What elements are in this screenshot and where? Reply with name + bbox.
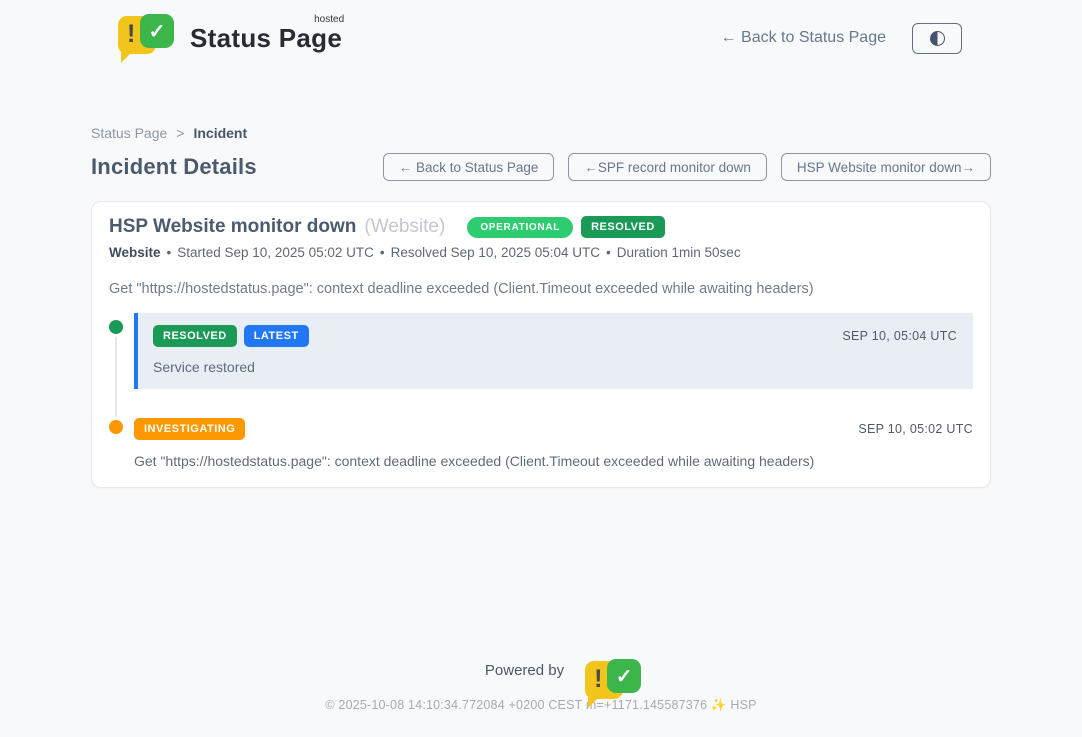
app-logo: ! ✓ Status Page hosted: [118, 14, 342, 62]
powered-by: Powered by ! ✓: [0, 659, 1082, 681]
next-incident-button[interactable]: HSP Website monitor down→: [781, 153, 991, 181]
incident-description: Get "https://hostedstatus.page": context…: [109, 281, 973, 297]
brand-hosted-superscript: hosted: [314, 14, 344, 25]
incident-nav-buttons: ← Back to Status Page ←SPF record monito…: [383, 153, 991, 181]
back-to-status-page-link[interactable]: ← Back to Status Page: [721, 29, 886, 47]
logo-exclamation-icon: !: [594, 665, 602, 694]
breadcrumb-incident: Incident: [193, 125, 247, 141]
breadcrumb: Status Page > Incident: [91, 125, 991, 141]
heading-row: Incident Details ← Back to Status Page ←…: [91, 153, 991, 181]
logo-bubble-tail: [121, 50, 134, 63]
timeline-dot-resolved: [109, 320, 123, 334]
meta-resolved: Resolved Sep 10, 2025 05:04 UTC: [391, 245, 600, 260]
page-footer: Powered by ! ✓ © 2025-10-08 14:10:34.772…: [0, 659, 1082, 737]
incident-card: HSP Website monitor down (Website) OPERA…: [91, 201, 991, 488]
incident-meta: Website • Started Sep 10, 2025 05:02 UTC…: [109, 245, 973, 260]
prev-incident-button[interactable]: ←SPF record monitor down: [568, 153, 767, 181]
breadcrumb-status-page[interactable]: Status Page: [91, 125, 167, 141]
back-to-status-page-button[interactable]: ← Back to Status Page: [383, 153, 555, 181]
timeline-message: Service restored: [153, 359, 957, 375]
timeline-update: INVESTIGATING SEP 10, 05:02 UTC Get "htt…: [134, 418, 973, 469]
logo-green-bubble: ✓: [607, 659, 641, 693]
logo-green-bubble: ✓: [140, 14, 174, 48]
copyright-text: © 2025-10-08 14:10:34.772084 +0200 CEST …: [0, 698, 1082, 713]
main-content: Status Page > Incident Incident Details …: [91, 125, 991, 488]
meta-separator: •: [167, 245, 172, 260]
logo-check-icon: ✓: [616, 664, 633, 689]
timeline-entry: INVESTIGATING SEP 10, 05:02 UTC Get "htt…: [109, 418, 973, 469]
incident-title-row: HSP Website monitor down (Website) OPERA…: [109, 216, 973, 238]
timeline-dot-investigating: [109, 420, 123, 434]
theme-toggle-button[interactable]: [912, 23, 962, 54]
meta-started: Started Sep 10, 2025 05:02 UTC: [177, 245, 374, 260]
timeline-timestamp: SEP 10, 05:02 UTC: [858, 422, 973, 436]
resolved-badge: RESOLVED: [153, 325, 237, 347]
powered-by-label: Powered by: [485, 662, 564, 679]
timeline-latest-update: RESOLVED LATEST SEP 10, 05:04 UTC Servic…: [134, 313, 973, 389]
incident-component: (Website): [364, 216, 445, 238]
resolved-state-badge: RESOLVED: [581, 216, 665, 238]
timeline-entry-header: INVESTIGATING SEP 10, 05:02 UTC: [134, 418, 973, 440]
meta-separator: •: [380, 245, 385, 260]
footer-logo-icon[interactable]: ! ✓: [573, 659, 597, 681]
meta-service: Website: [109, 245, 161, 260]
meta-separator: •: [606, 245, 611, 260]
investigating-badge: INVESTIGATING: [134, 418, 245, 440]
meta-duration: Duration 1min 50sec: [617, 245, 741, 260]
timeline-timestamp: SEP 10, 05:04 UTC: [842, 329, 957, 343]
logo-check-icon: ✓: [149, 19, 166, 44]
latest-badge: LATEST: [244, 325, 309, 347]
page: ! ✓ Status Page hosted ← Back to Status …: [0, 0, 1082, 737]
timeline-message: Get "https://hostedstatus.page": context…: [134, 453, 973, 469]
breadcrumb-separator: >: [176, 125, 184, 141]
top-bar: ! ✓ Status Page hosted ← Back to Status …: [0, 0, 1082, 62]
logo-exclamation-icon: !: [127, 20, 135, 49]
logo-bubble-tail: [588, 695, 601, 708]
incident-timeline: RESOLVED LATEST SEP 10, 05:04 UTC Servic…: [109, 318, 973, 469]
operational-status-badge: OPERATIONAL: [467, 217, 573, 238]
topbar-actions: ← Back to Status Page: [721, 23, 962, 54]
page-title: Incident Details: [91, 154, 257, 180]
incident-title: HSP Website monitor down: [109, 216, 356, 238]
brand-text: Status Page: [190, 23, 342, 53]
timeline-entry-header: RESOLVED LATEST SEP 10, 05:04 UTC: [153, 325, 957, 347]
timeline-entry: RESOLVED LATEST SEP 10, 05:04 UTC Servic…: [109, 318, 973, 389]
contrast-half-circle-icon: [930, 31, 945, 46]
status-page-logo-icon: ! ✓: [118, 14, 176, 62]
brand-name: Status Page hosted: [190, 23, 342, 54]
